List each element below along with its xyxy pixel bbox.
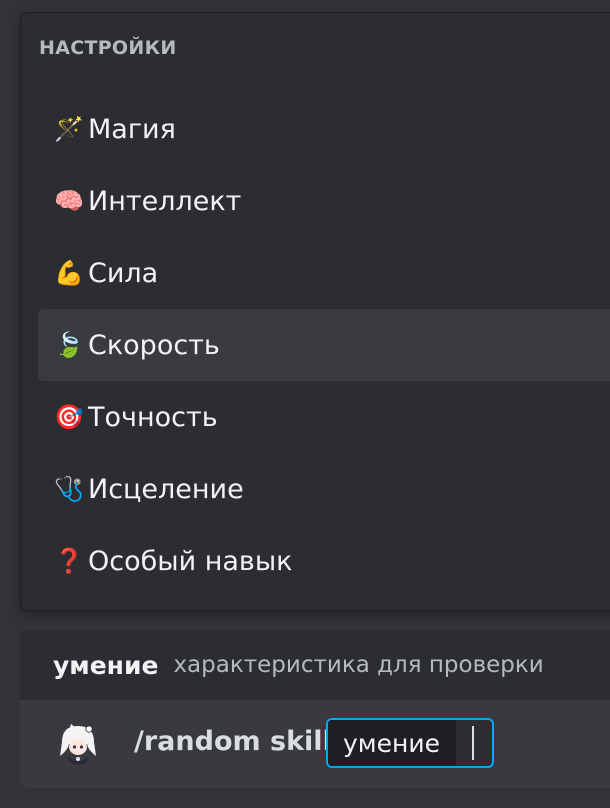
options-list: 🪄 Магия 🧠 Интеллект 💪 Сила 🍃 Скорость 🎯 … <box>38 93 610 597</box>
option-label: Исцеление <box>88 473 244 505</box>
target-icon: 🎯 <box>54 403 84 431</box>
magic-wand-icon: 🪄 <box>54 115 84 143</box>
slash-command: /random skill <box>134 726 332 757</box>
option-magic[interactable]: 🪄 Магия <box>38 93 610 165</box>
parameter-description: характеристика для проверки <box>173 652 544 678</box>
option-speed[interactable]: 🍃 Скорость <box>38 309 610 381</box>
stethoscope-icon: 🩺 <box>54 475 84 503</box>
command-option-field[interactable]: умение <box>326 718 494 768</box>
question-mark-icon: ❓ <box>54 547 84 575</box>
option-intellect[interactable]: 🧠 Интеллект <box>38 165 610 237</box>
option-strength[interactable]: 💪 Сила <box>38 237 610 309</box>
autocomplete-popup: НАСТРОЙКИ 🪄 Магия 🧠 Интеллект 💪 Сила 🍃 С… <box>20 12 610 611</box>
option-label: Интеллект <box>88 185 242 217</box>
popup-header: НАСТРОЙКИ <box>39 37 177 59</box>
command-option-name: умение <box>328 720 457 766</box>
parameter-name: умение <box>53 650 159 680</box>
flexed-biceps-icon: 💪 <box>54 259 84 287</box>
text-caret <box>472 726 475 760</box>
bot-avatar <box>55 721 101 767</box>
command-parameter-bar: умение характеристика для проверки /rand… <box>20 630 610 788</box>
option-label: Скорость <box>88 329 220 361</box>
option-label: Особый навык <box>88 545 293 577</box>
option-label: Сила <box>88 257 159 289</box>
option-accuracy[interactable]: 🎯 Точность <box>38 381 610 453</box>
option-label: Точность <box>88 401 218 433</box>
command-input-row[interactable]: /random skill умение <box>20 700 610 788</box>
option-special-skill[interactable]: ❓ Особый навык <box>38 525 610 597</box>
brain-icon: 🧠 <box>54 187 84 215</box>
option-label: Магия <box>88 113 176 145</box>
leaf-wind-icon: 🍃 <box>54 331 84 359</box>
option-healing[interactable]: 🩺 Исцеление <box>38 453 610 525</box>
parameter-hint: умение характеристика для проверки <box>20 630 610 700</box>
